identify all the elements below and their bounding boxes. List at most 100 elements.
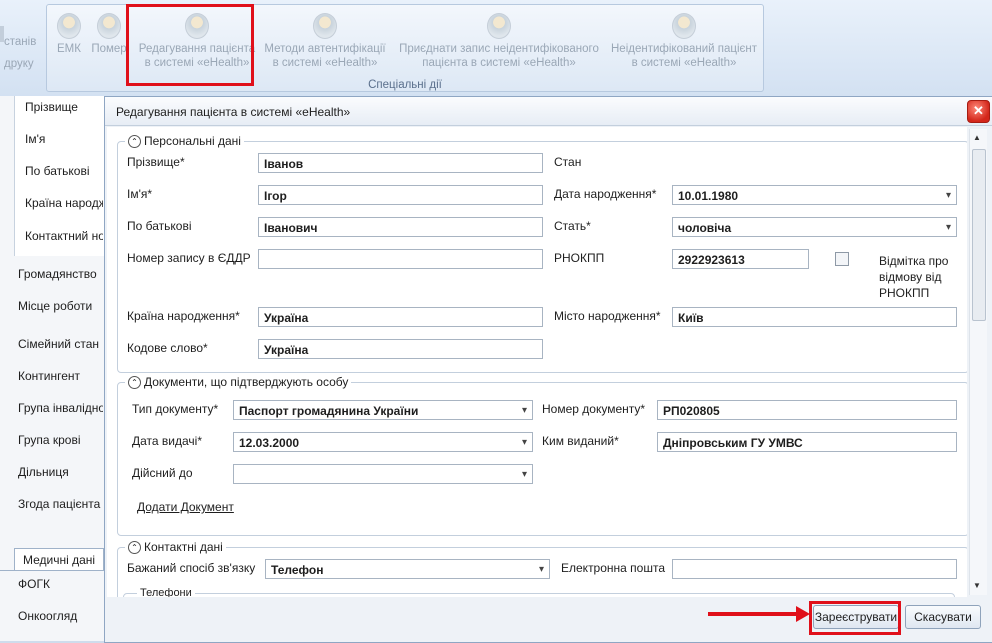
collapse-chevron-icon[interactable]: ⌃ (128, 376, 141, 390)
collapse-chevron-icon[interactable]: ⌃ (128, 135, 141, 149)
highlight-register-button (809, 601, 901, 635)
ribbon-button-label: в системі «eHealth» (272, 57, 378, 69)
city-field[interactable]: Київ (672, 307, 957, 327)
surname-field[interactable]: Іванов (258, 153, 543, 173)
section-title: Контактні дані (144, 540, 223, 554)
label-issue-date: Дата видачі* (132, 434, 202, 448)
ribbon-button-label: Приєднати запис неідентифікованого (399, 43, 599, 55)
cancel-button[interactable]: Скасувати (905, 605, 981, 629)
sidebar-item-oncology[interactable]: Онкоогляд (18, 609, 103, 623)
sidebar-item-name[interactable]: Ім'я (25, 132, 103, 146)
issuer-field[interactable]: Дніпровським ГУ УМВС (657, 432, 957, 452)
edit-patient-dialog: Редагування пацієнта в системі «eHealth»… (104, 96, 992, 643)
ribbon-button-auth-methods[interactable]: Методи автентифікації в системі «eHealth… (261, 13, 389, 70)
valid-until-field[interactable] (233, 464, 533, 484)
ribbon-left-partial-1[interactable]: станів (4, 36, 36, 48)
annotation-arrow-shaft (708, 612, 798, 616)
ribbon-button-label: Методи автентифікації (264, 43, 386, 55)
edrr-field[interactable] (258, 249, 543, 269)
sidebar-item-surname[interactable]: Прізвище (25, 100, 103, 114)
ribbon-button-death[interactable]: Помер (91, 13, 127, 56)
label-sex: Стать* (554, 219, 591, 233)
label-birthdate: Дата народження* (554, 187, 657, 201)
form-scrollbar[interactable]: ▲ ▼ (969, 129, 987, 595)
collapse-chevron-icon[interactable]: ⌃ (128, 541, 141, 555)
patronymic-field[interactable]: Іванович (258, 217, 543, 237)
link-record-icon (487, 13, 511, 39)
sidebar-item-contact[interactable]: Контактний но (25, 229, 103, 243)
label-email: Електронна пошта (561, 561, 666, 575)
rnokpp-field[interactable]: 2922923613 (672, 249, 809, 269)
label-rnokpp: РНОКПП (554, 251, 605, 265)
sidebar-item-country[interactable]: Країна народж (25, 196, 103, 210)
label-codeword: Кодове слово* (127, 341, 208, 355)
sidebar-item-district[interactable]: Дільниця (18, 465, 103, 479)
close-icon[interactable]: ✕ (967, 100, 990, 123)
ribbon-button-emk[interactable]: ЕМК (53, 13, 85, 56)
contact-method-select[interactable]: Телефон (265, 559, 550, 579)
add-document-link[interactable]: Додати Документ (137, 500, 234, 514)
section-contacts-header[interactable]: ⌃ Контактні дані (125, 540, 226, 555)
dialog-title: Редагування пацієнта в системі «eHealth» (116, 105, 351, 119)
sidebar-item-citizenship[interactable]: Громадянство (18, 267, 103, 281)
label-refusal-2: відмову від (879, 270, 942, 284)
sex-select[interactable]: чоловіча (672, 217, 957, 237)
label-doc-number: Номер документу* (542, 402, 646, 416)
codeword-field[interactable]: Україна (258, 339, 543, 359)
country-field[interactable]: Україна (258, 307, 543, 327)
sidebar-item-consent[interactable]: Згода пацієнта (18, 497, 103, 511)
scroll-down-icon[interactable]: ▼ (973, 581, 981, 590)
birthdate-field[interactable]: 10.01.1980 (672, 185, 957, 205)
ribbon-button-label: Помер (91, 43, 127, 55)
tab-medical-data[interactable]: Медичні дані (14, 548, 104, 571)
ribbon-left-icon (0, 26, 4, 42)
label-contact-method: Бажаний спосіб зв'язку (127, 561, 256, 575)
section-phones-header[interactable]: Телефони (137, 587, 195, 597)
dialog-titlebar: Редагування пацієнта в системі «eHealth»… (105, 97, 992, 126)
label-status: Стан (554, 155, 582, 169)
sidebar-item-marital[interactable]: Сімейний стан (18, 337, 103, 351)
section-documents-header[interactable]: ⌃ Документи, що підтверджують особу (125, 375, 352, 390)
label-issuer: Ким виданий* (542, 434, 619, 448)
label-name: Ім'я* (127, 187, 153, 201)
ribbon-button-label: в системі «eHealth» (631, 57, 737, 69)
emk-icon (57, 13, 81, 39)
section-title: Персональні дані (144, 134, 241, 148)
death-icon (97, 13, 121, 39)
label-country: Країна народження* (127, 309, 240, 323)
email-field[interactable] (672, 559, 957, 579)
ribbon: станів друку ЕМК Помер Редагування паціє… (0, 0, 992, 97)
sidebar-item-blood-group[interactable]: Група крові (18, 433, 103, 447)
annotation-arrow-icon (796, 606, 810, 622)
label-city: Місто народження* (554, 309, 661, 323)
highlight-edit-patient-button (126, 4, 254, 86)
scrollbar-thumb[interactable] (972, 149, 986, 321)
label-valid-until: Дійсний до (132, 466, 193, 480)
auth-methods-icon (313, 13, 337, 39)
ribbon-button-link-unidentified[interactable]: Приєднати запис неідентифікованого паціє… (393, 13, 605, 70)
label-edrr: Номер запису в ЄДДР (127, 251, 251, 265)
label-patronymic: По батькові (127, 219, 192, 233)
scroll-up-icon[interactable]: ▲ (973, 133, 981, 142)
section-personal-header[interactable]: ⌃ Персональні дані (125, 134, 244, 149)
sidebar-item-workplace[interactable]: Місце роботи (18, 299, 103, 313)
ribbon-left-partial-2[interactable]: друку (4, 58, 34, 70)
sidebar-item-fogk[interactable]: ФОГК (18, 577, 103, 591)
section-title: Документи, що підтверджують особу (144, 375, 349, 389)
ribbon-button-label: ЕМК (57, 43, 81, 55)
ribbon-button-unidentified-patient[interactable]: Неідентифікований пацієнт в системі «eHe… (607, 13, 761, 70)
sidebar-item-disability[interactable]: Група інвалідно (18, 401, 103, 415)
label-refusal-1: Відмітка про (879, 254, 949, 268)
unidentified-patient-icon (672, 13, 696, 39)
dialog-form-area: ⌃ Персональні дані Прізвище* Іванов Ім'я*… (107, 127, 967, 597)
name-field[interactable]: Ігор (258, 185, 543, 205)
issue-date-field[interactable]: 12.03.2000 (233, 432, 533, 452)
doc-number-field[interactable]: РП020805 (657, 400, 957, 420)
doc-type-select[interactable]: Паспорт громадянина України (233, 400, 533, 420)
sidebar-item-contingent[interactable]: Контингент (18, 369, 103, 383)
ribbon-button-label: Неідентифікований пацієнт (611, 43, 757, 55)
label-refusal-3: РНОКПП (879, 286, 930, 300)
section-phones (123, 593, 955, 597)
sidebar-item-patronymic[interactable]: По батькові (25, 164, 103, 178)
rnokpp-refusal-checkbox[interactable] (835, 252, 849, 266)
